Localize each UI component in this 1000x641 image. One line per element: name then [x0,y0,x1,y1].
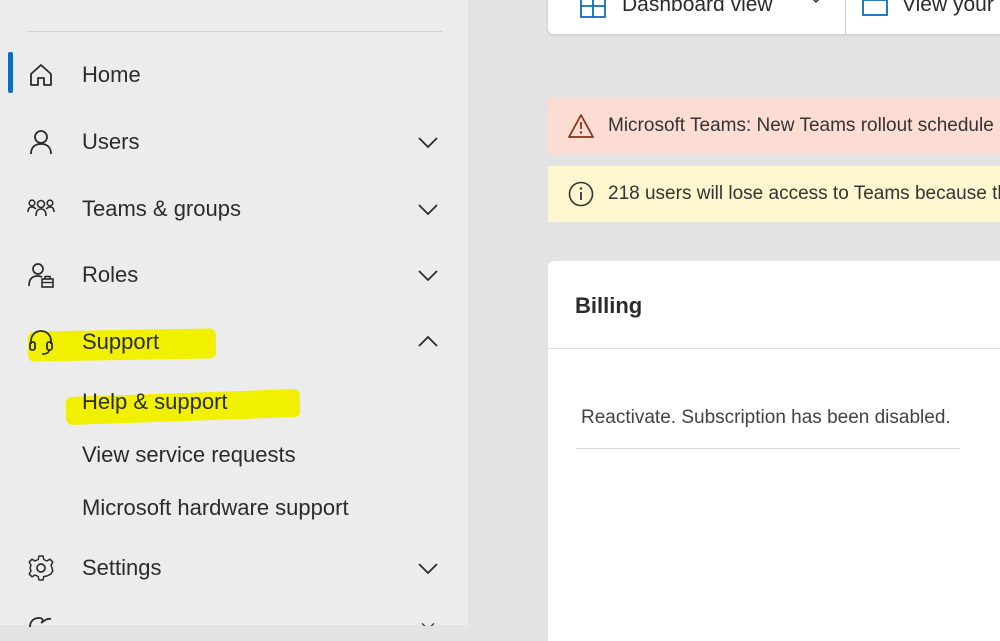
headset-icon [27,328,55,356]
gear-icon [27,554,55,582]
chevron-up-icon[interactable] [416,330,440,354]
sidebar-item-teams-groups[interactable]: Teams & groups [0,181,468,237]
sidebar-item-label: Users [82,129,140,154]
sidebar-item-home[interactable]: Home [0,47,468,103]
chevron-down-icon[interactable] [416,130,440,154]
sidebar-item-label: Settings [82,555,162,580]
sidebar-item-users[interactable]: Users [0,114,468,170]
grid-icon [580,0,606,18]
sidebar-item-settings[interactable]: Settings [0,540,468,596]
info-banner-text: 218 users will lose access to Teams beca… [608,183,1000,204]
teams-groups-icon [27,195,55,223]
sidebar-subitem-hardware-support[interactable]: Microsoft hardware support [82,495,349,521]
toolbar-separator [845,0,846,34]
info-icon [568,181,594,207]
dashboard-view-button[interactable]: Dashboard view [622,0,773,17]
sidebar-nav: Home Users Teams & groups Roles Support … [0,0,468,627]
warning-banner-text: Microsoft Teams: New Teams rollout sched… [608,115,994,136]
home-icon [27,61,55,89]
chevron-down-icon[interactable] [416,556,440,580]
roles-icon [27,261,55,289]
chevron-down-icon[interactable] [808,0,824,8]
user-icon [27,128,55,156]
info-banner[interactable]: 218 users will lose access to Teams beca… [548,166,1000,222]
card-divider [548,348,1000,349]
sidebar-item-label: Support [82,329,160,354]
warning-banner[interactable]: Microsoft Teams: New Teams rollout sched… [548,98,1000,154]
billing-card-title: Billing [575,293,643,318]
dashboard-toolbar: Dashboard view View your [548,0,1000,34]
sidebar-item-label: Teams & groups [82,196,241,221]
billing-status-message[interactable]: Reactivate. Subscription has been disabl… [581,407,951,429]
sidebar-subitem-view-service-requests[interactable]: View service requests [82,442,296,468]
chevron-down-icon[interactable] [416,263,440,287]
sidebar-item-label: Home [82,62,141,87]
sidebar-divider [28,31,442,32]
window-icon [862,0,888,16]
sidebar-item-roles[interactable]: Roles [0,247,468,303]
next-item-icon [27,615,55,627]
sidebar-subitem-help-support[interactable]: Help & support [82,389,228,415]
view-your-button[interactable]: View your [902,0,994,17]
warning-icon [568,113,594,139]
billing-card: Billing Reactivate. Subscription has bee… [548,261,1000,641]
card-row-divider [576,448,960,449]
sidebar-item-label: Roles [82,262,139,287]
chevron-down-icon[interactable] [416,197,440,221]
